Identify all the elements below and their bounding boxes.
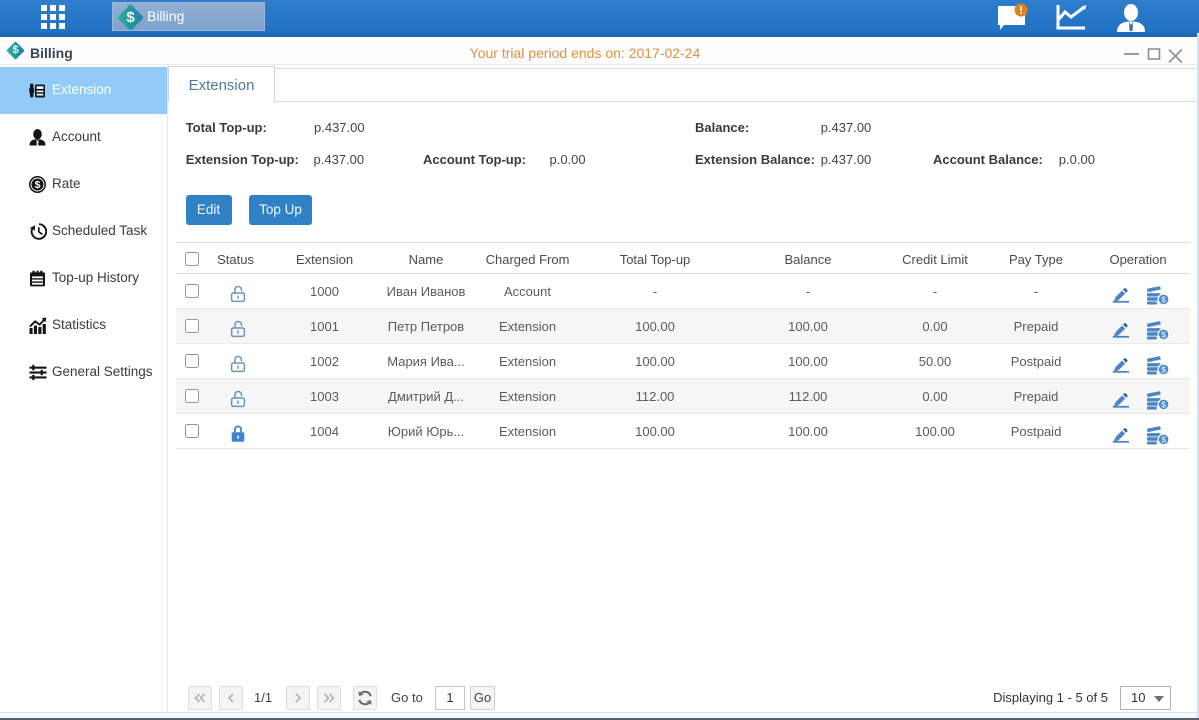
svg-text:$: $ (35, 179, 41, 191)
